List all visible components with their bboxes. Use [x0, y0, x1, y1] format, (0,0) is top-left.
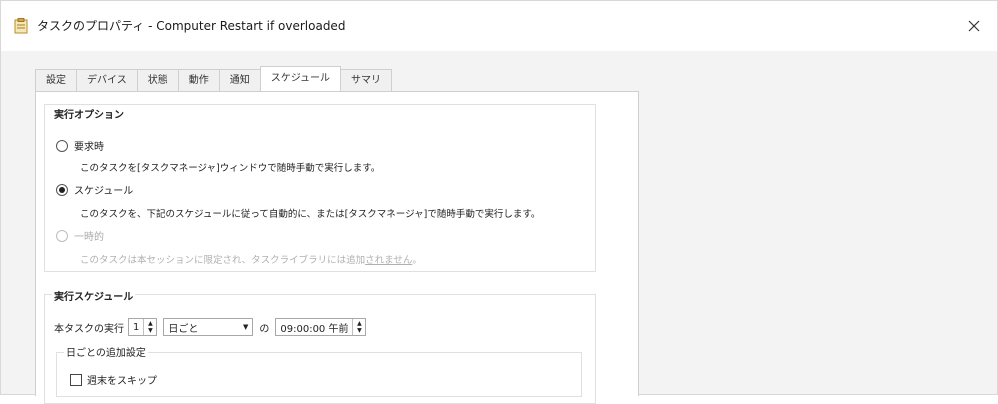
on-demand-radio[interactable] [56, 139, 68, 152]
one-time-radio [56, 229, 68, 242]
close-button[interactable] [959, 11, 989, 41]
on-demand-option[interactable]: 要求時 [56, 138, 104, 153]
tab-actions[interactable]: 動作 [177, 69, 220, 91]
spin-down-icon: ▼ [148, 327, 153, 334]
count-spin-buttons[interactable]: ▲ ▼ [143, 319, 156, 335]
count-spinner[interactable]: 1 ▲ ▼ [128, 318, 158, 336]
on-demand-label: 要求時 [74, 142, 104, 153]
count-value: 1 [133, 321, 140, 333]
frequency-select[interactable]: 日ごと ▼ [163, 318, 254, 336]
scheduled-radio[interactable] [56, 183, 68, 196]
run-options-title: 実行オプション [52, 106, 126, 121]
on-demand-description: このタスクを[タスクマネージャ]ウィンドウで随時手動で実行します。 [80, 163, 381, 174]
chevron-down-icon: ▼ [242, 323, 249, 331]
at-label: の [259, 323, 270, 335]
one-time-description-suffix: 。 [412, 255, 422, 266]
time-spin-buttons[interactable]: ▲ ▼ [352, 319, 365, 335]
scheduled-label: スケジュール [74, 186, 134, 197]
one-time-label: 一時的 [74, 232, 104, 243]
close-icon [968, 20, 980, 32]
window-title: タスクのプロパティ - Computer Restart if overload… [37, 19, 346, 33]
task-properties-icon [13, 18, 29, 34]
tab-settings[interactable]: 設定 [35, 69, 77, 91]
one-time-description-link: されません [365, 255, 413, 266]
scheduled-option[interactable]: スケジュール [56, 182, 133, 197]
one-time-description-prefix: このタスクは本セッションに限定され、タスクライブラリには追加 [80, 255, 366, 266]
run-schedule-title: 実行スケジュール [52, 288, 136, 303]
daily-settings-title: 日ごとの追加設定 [64, 344, 148, 359]
skip-weekends-option[interactable]: 週末をスキップ [70, 372, 157, 387]
spin-down-icon: ▼ [357, 327, 362, 334]
frequency-value: 日ごと [168, 323, 199, 335]
time-value: 09:00:00 午前 [280, 323, 349, 335]
one-time-option: 一時的 [56, 228, 104, 243]
skip-weekends-checkbox[interactable] [70, 373, 82, 386]
spin-up-icon: ▲ [148, 320, 153, 327]
scheduled-description: このタスクを、下記のスケジュールに従って自動的に、または[タスクマネージャ]で随… [80, 209, 541, 220]
tab-devices[interactable]: デバイス [76, 69, 138, 91]
one-time-description: このタスクは本セッションに限定され、タスクライブラリには追加されません。 [80, 252, 422, 266]
tab-schedule[interactable]: スケジュール [259, 66, 342, 91]
time-picker[interactable]: 09:00:00 午前 ▲ ▼ [275, 318, 367, 336]
tab-notifications[interactable]: 通知 [218, 69, 261, 91]
run-label: 本タスクの実行 [54, 323, 124, 335]
schedule-tab-panel: 実行オプション 要求時 このタスクを[タスクマネージャ]ウィンドウで随時手動で実… [35, 91, 639, 404]
run-schedule-row: 本タスクの実行 1 ▲ ▼ 日ごと ▼ の 09:00:00 午前 ▲ ▼ [54, 318, 367, 336]
tab-strip: 設定 デバイス 状態 動作 通知 スケジュール サマリ [35, 66, 393, 91]
tab-summary[interactable]: サマリ [340, 69, 393, 91]
spin-up-icon: ▲ [357, 320, 362, 327]
task-properties-dialog: タスクのプロパティ - Computer Restart if overload… [0, 0, 998, 404]
tab-status[interactable]: 状態 [136, 69, 179, 91]
title-bar: タスクのプロパティ - Computer Restart if overload… [1, 1, 997, 51]
skip-weekends-label: 週末をスキップ [87, 376, 157, 387]
